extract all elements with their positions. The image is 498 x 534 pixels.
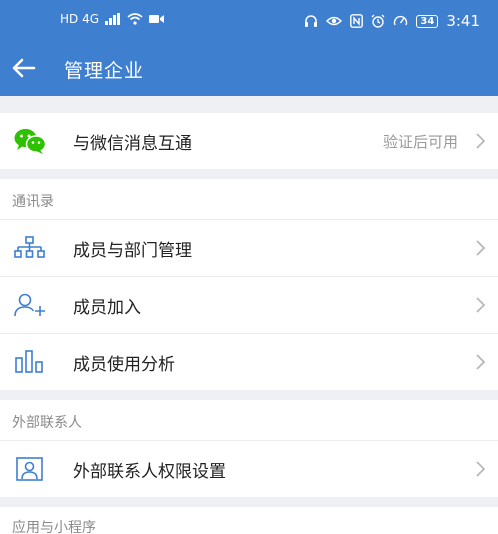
alarm-icon — [371, 14, 385, 28]
menu-item-external-permissions[interactable]: 外部联系人权限设置 — [0, 441, 498, 497]
section-title: 外部联系人 — [12, 415, 82, 431]
wechat-interop-row[interactable]: 与微信消息互通 验证后可用 — [0, 113, 498, 169]
chevron-right-icon — [476, 461, 486, 477]
status-time: 3:41 — [446, 12, 480, 30]
network-badges: HD 4G — [60, 12, 100, 26]
status-left: HD 4G — [60, 12, 165, 26]
battery-indicator: 34 — [416, 14, 439, 28]
nav-bar: 管理企业 — [0, 40, 498, 96]
app-header: HD 4G 34 3:41 管理企业 — [0, 0, 498, 96]
menu-item-label: 外部联系人权限设置 — [73, 461, 226, 482]
wechat-interop-status: 验证后可用 — [382, 132, 458, 151]
eye-icon — [326, 16, 343, 26]
menu-item-members-departments[interactable]: 成员与部门管理 — [0, 220, 498, 276]
section-title: 通讯录 — [12, 194, 54, 210]
video-icon — [149, 15, 165, 23]
wechat-icon — [14, 129, 47, 154]
status-bar: HD 4G 34 3:41 — [0, 0, 498, 40]
chevron-right-icon — [476, 354, 486, 370]
menu-item-member-join[interactable]: 成员加入 — [0, 277, 498, 333]
headphones-icon — [305, 15, 318, 27]
contact-card-icon — [16, 457, 43, 481]
section-header-apps: 应用与小程序 — [0, 507, 498, 534]
org-chart-icon — [14, 236, 45, 258]
section-title: 应用与小程序 — [12, 520, 96, 534]
menu-item-label: 成员与部门管理 — [73, 240, 192, 261]
section-header-external-contacts: 外部联系人 — [0, 400, 498, 440]
wifi-icon — [127, 13, 143, 25]
chevron-right-icon — [476, 133, 486, 149]
page-title: 管理企业 — [64, 60, 145, 82]
nfc-icon — [350, 14, 364, 28]
bar-chart-icon — [15, 350, 43, 373]
speed-icon — [394, 15, 408, 26]
signal-icon — [105, 13, 121, 25]
menu-item-label: 成员加入 — [73, 297, 141, 318]
wechat-interop-label: 与微信消息互通 — [73, 133, 192, 154]
chevron-right-icon — [476, 240, 486, 256]
menu-item-member-analytics[interactable]: 成员使用分析 — [0, 334, 498, 390]
status-right: 34 3:41 — [304, 12, 480, 30]
menu-item-label: 成员使用分析 — [73, 354, 175, 375]
add-person-icon — [14, 293, 45, 317]
chevron-right-icon — [476, 297, 486, 313]
section-header-contacts: 通讯录 — [0, 179, 498, 219]
back-arrow-icon[interactable] — [10, 54, 38, 82]
